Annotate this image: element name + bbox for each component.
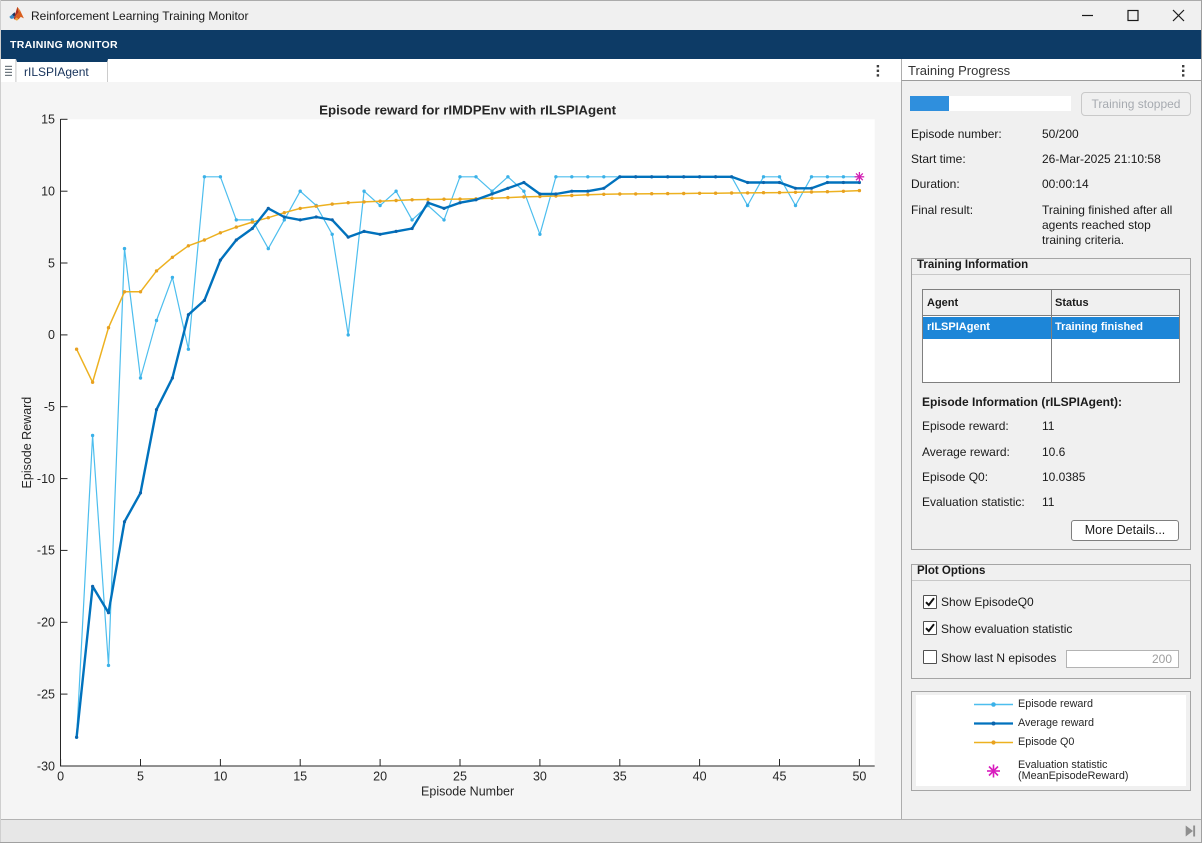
svg-text:0: 0: [48, 328, 55, 342]
svg-text:Episode Number: Episode Number: [421, 785, 514, 799]
svg-text:Episode reward for rIMDPEnv wi: Episode reward for rIMDPEnv with rILSPIA…: [319, 103, 617, 118]
svg-text:-25: -25: [37, 687, 55, 701]
svg-text:5: 5: [137, 770, 144, 784]
svg-text:45: 45: [773, 770, 787, 784]
svg-text:5: 5: [48, 256, 55, 270]
svg-text:-10: -10: [37, 472, 55, 486]
svg-text:25: 25: [453, 770, 467, 784]
svg-text:20: 20: [373, 770, 387, 784]
svg-text:Episode Reward: Episode Reward: [20, 397, 34, 489]
svg-text:-5: -5: [44, 400, 55, 414]
svg-text:0: 0: [57, 770, 64, 784]
svg-text:50: 50: [852, 770, 866, 784]
svg-text:10: 10: [213, 770, 227, 784]
svg-text:-15: -15: [37, 544, 55, 558]
svg-text:15: 15: [41, 113, 55, 127]
svg-text:35: 35: [613, 770, 627, 784]
svg-text:10: 10: [41, 185, 55, 199]
svg-text:30: 30: [533, 770, 547, 784]
svg-text:40: 40: [693, 770, 707, 784]
svg-text:-20: -20: [37, 616, 55, 630]
svg-text:-30: -30: [37, 759, 55, 773]
svg-text:15: 15: [293, 770, 307, 784]
